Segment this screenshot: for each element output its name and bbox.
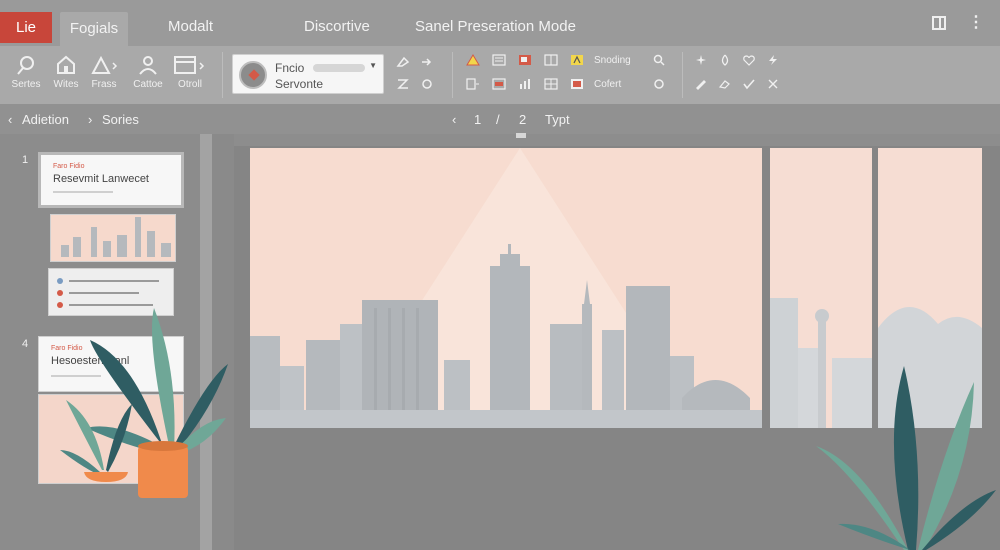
sparkle-icon[interactable] xyxy=(694,54,708,66)
thumb-title: Resevmit Lanwecet xyxy=(53,173,149,185)
chevron-down-icon: ▼ xyxy=(369,61,377,70)
breadcrumb-adietion[interactable]: Adietion xyxy=(22,112,69,127)
canvas-ruler xyxy=(234,134,1000,146)
page-separator: / xyxy=(496,112,500,127)
ribbon-button-frass[interactable]: Frass xyxy=(82,54,126,98)
page-total: 2 xyxy=(519,112,527,127)
thumb-building xyxy=(161,243,171,257)
slide-thumbnail-2[interactable] xyxy=(50,214,176,262)
image-icon[interactable] xyxy=(518,54,532,66)
scissors-icon[interactable] xyxy=(766,78,780,90)
tab-presentation-mode[interactable]: Sanel Preseration Mode xyxy=(415,10,576,44)
circle-tool-icon[interactable] xyxy=(420,78,434,90)
search-small-icon[interactable] xyxy=(652,54,666,66)
list-item xyxy=(57,289,167,297)
warning-icon[interactable] xyxy=(466,54,480,66)
z-tool-icon[interactable] xyxy=(396,78,410,90)
ribbon: Sertes Wites Frass Cattoe Otroll Fncio S… xyxy=(0,46,1000,104)
brush-icon[interactable] xyxy=(396,56,410,68)
home-icon xyxy=(57,55,75,74)
font-preview-bar xyxy=(313,64,365,72)
ribbon-label: Otroll xyxy=(178,79,202,90)
grid-icon[interactable] xyxy=(544,78,558,90)
city-skyline-illustration xyxy=(250,148,762,428)
thumb-building xyxy=(147,231,155,257)
panel-toggle-icon[interactable] xyxy=(932,16,946,30)
font-badge-icon xyxy=(239,61,267,89)
list-item xyxy=(57,277,167,285)
prev-page-icon[interactable]: ‹ xyxy=(452,112,456,127)
check-icon[interactable] xyxy=(742,78,756,90)
person-icon xyxy=(139,56,157,75)
tab-modalt[interactable]: Modalt xyxy=(168,10,213,44)
more-options-icon[interactable]: ⋮ xyxy=(968,15,984,31)
search-icon xyxy=(17,56,34,75)
potted-plant-illustration xyxy=(60,308,228,498)
table-icon[interactable] xyxy=(544,54,558,66)
tab-bar: Lie Fogials Modalt Discortive Sanel Pres… xyxy=(0,0,1000,46)
ribbon-divider xyxy=(682,52,683,98)
ribbon-button-otroll[interactable]: Otroll xyxy=(168,54,212,98)
thumb-building xyxy=(103,241,111,257)
thumb-text-line xyxy=(53,191,113,193)
ribbon-button-sertes[interactable]: Sertes xyxy=(4,54,48,98)
tab-active[interactable]: Fogials xyxy=(60,12,128,46)
insert-icon[interactable] xyxy=(466,78,480,90)
pen-icon[interactable] xyxy=(694,78,708,90)
thumb-building xyxy=(91,227,97,257)
back-chevron-icon[interactable]: ‹ xyxy=(8,112,12,127)
leafy-plant-illustration xyxy=(816,366,996,550)
drop-icon[interactable] xyxy=(718,54,732,66)
thumb-building xyxy=(117,235,127,257)
font-selector[interactable]: Fncio Servonte ▼ xyxy=(232,54,384,94)
eraser-icon[interactable] xyxy=(718,78,732,90)
thumb-building xyxy=(135,217,141,257)
chart-icon[interactable] xyxy=(518,78,532,90)
position-marker[interactable] xyxy=(516,133,526,138)
ribbon-label: Sertes xyxy=(11,79,41,90)
slide-number: 4 xyxy=(22,338,29,350)
breadcrumb-sories[interactable]: Sories xyxy=(102,112,139,127)
highlight-icon[interactable] xyxy=(570,54,584,66)
list-icon[interactable] xyxy=(492,54,506,66)
photo-icon[interactable] xyxy=(570,78,584,90)
ribbon-divider xyxy=(452,52,453,98)
cofert-label[interactable]: Cofert xyxy=(594,79,621,90)
font-style: Servonte xyxy=(275,77,324,91)
shapes-icon xyxy=(91,55,118,74)
font-name: Fncio xyxy=(275,61,305,75)
main-slide[interactable] xyxy=(250,148,762,428)
ribbon-divider xyxy=(222,52,223,98)
slide-thumbnail-1[interactable]: Faro Fidio Resevmit Lanwecet xyxy=(38,152,184,208)
ribbon-button-cattoe[interactable]: Cattoe xyxy=(126,54,170,98)
thumb-building xyxy=(61,245,69,257)
media-icon[interactable] xyxy=(492,78,506,90)
tab-discortive[interactable]: Discortive xyxy=(304,10,370,44)
ribbon-label: Frass xyxy=(91,79,117,90)
heart-icon[interactable] xyxy=(742,54,756,66)
slide-number: 1 xyxy=(22,154,29,166)
arrow-icon[interactable] xyxy=(420,56,434,68)
navigation-row: ‹ Adietion › Sories ‹ 1 / 2 Typt xyxy=(0,104,1000,134)
page-current: 1 xyxy=(474,112,482,127)
page-label: Typt xyxy=(545,112,570,127)
thumb-kicker: Faro Fidio xyxy=(53,163,85,170)
chevron-right-icon: › xyxy=(88,112,93,127)
layout-icon xyxy=(174,56,205,74)
tab-file[interactable]: Lie xyxy=(0,12,52,43)
bolt-icon[interactable] xyxy=(766,54,780,66)
thumb-building xyxy=(73,237,81,257)
snoding-label[interactable]: Snoding xyxy=(594,55,631,66)
cycle-icon[interactable] xyxy=(652,78,666,90)
ribbon-label: Cattoe xyxy=(133,79,163,90)
